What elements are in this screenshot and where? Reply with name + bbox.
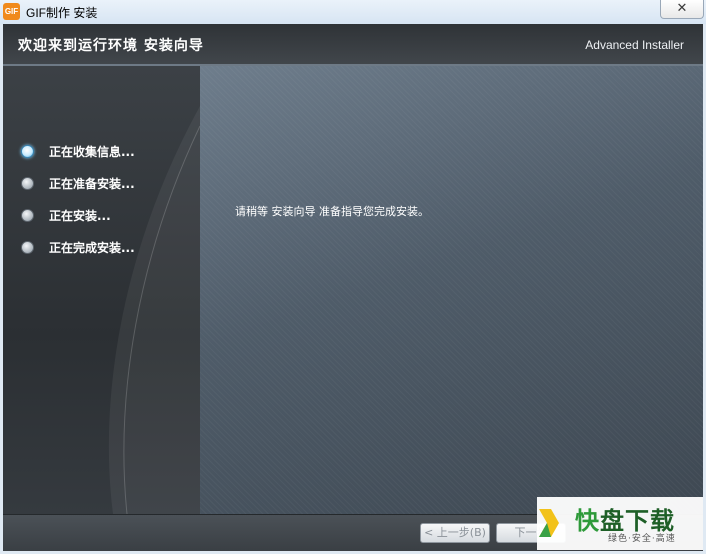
step-label: 正在安装...: [49, 208, 111, 223]
site-watermark: 快盘下载 绿色·安全·高速: [537, 497, 703, 550]
step-label: 正在完成安装...: [49, 240, 135, 255]
app-icon: GIF: [3, 3, 20, 20]
sidebar-swoosh-decoration: [108, 106, 200, 514]
step-label: 正在准备安装...: [49, 176, 135, 191]
steps-sidebar: 正在收集信息... 正在准备安装... 正在安装... 正在完成安装...: [3, 66, 200, 514]
step-radio-icon: [21, 144, 34, 158]
status-message: 请稍等 安装向导 准备指导您完成安装。: [235, 205, 429, 218]
back-button[interactable]: < 上一步(B): [420, 523, 490, 543]
window-titlebar: GIF GIF制作 安装 ✕: [0, 0, 706, 24]
close-button[interactable]: ✕: [660, 0, 704, 19]
step-prepare-install: 正在准备安装...: [21, 173, 135, 193]
step-radio-icon: [21, 240, 34, 254]
watermark-slogan: 绿色·安全·高速: [608, 534, 676, 544]
watermark-title-a: 快: [575, 507, 600, 535]
wizard-header: 欢迎来到运行环境 安装向导 Advanced Installer: [3, 24, 703, 66]
content-area: 请稍等 安装向导 准备指导您完成安装。: [200, 66, 703, 514]
watermark-logo-icon: [539, 509, 559, 537]
step-radio-icon: [21, 176, 34, 190]
step-label: 正在收集信息...: [49, 144, 135, 159]
step-finish-install: 正在完成安装...: [21, 237, 135, 257]
step-collect-info: 正在收集信息...: [21, 141, 135, 161]
step-installing: 正在安装...: [21, 205, 111, 225]
step-radio-icon: [21, 208, 34, 222]
page-title: 欢迎来到运行环境 安装向导: [18, 38, 204, 54]
installer-brand: Advanced Installer: [585, 38, 684, 52]
window-title: GIF制作 安装: [26, 6, 98, 20]
